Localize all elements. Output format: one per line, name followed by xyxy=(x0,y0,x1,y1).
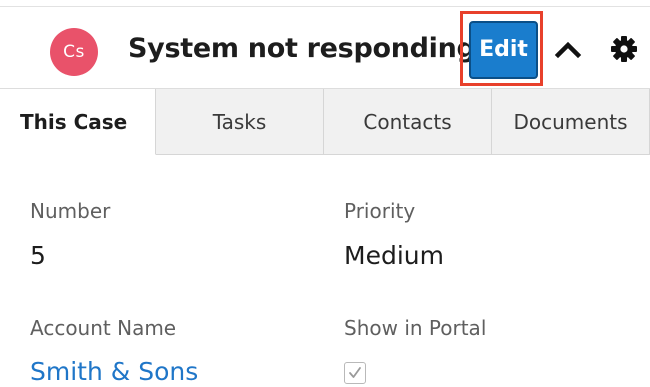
tab-bar: This Case Tasks Contacts Documents xyxy=(0,88,650,155)
priority-label: Priority xyxy=(344,199,416,223)
checkmark-icon xyxy=(349,367,361,378)
account-name-label: Account Name xyxy=(30,316,177,340)
show-in-portal-label: Show in Portal xyxy=(344,316,487,340)
number-value: 5 xyxy=(30,241,46,270)
tab-this-case[interactable]: This Case xyxy=(0,89,156,155)
account-name-link[interactable]: Smith & Sons xyxy=(30,357,198,386)
priority-value: Medium xyxy=(344,241,444,270)
number-label: Number xyxy=(30,199,111,223)
show-in-portal-checkbox[interactable] xyxy=(344,362,366,384)
page-title: System not responding xyxy=(128,33,476,64)
tab-tasks[interactable]: Tasks xyxy=(156,89,324,155)
avatar: Cs xyxy=(50,28,98,76)
edit-button[interactable]: Edit xyxy=(469,21,538,79)
gear-icon[interactable] xyxy=(610,35,638,63)
tab-documents[interactable]: Documents xyxy=(492,89,650,155)
case-record-view: Cs System not responding Edit This Case xyxy=(0,0,650,387)
tab-contacts[interactable]: Contacts xyxy=(324,89,492,155)
chevron-up-icon[interactable] xyxy=(553,35,583,65)
record-header: Cs System not responding Edit xyxy=(0,7,650,87)
